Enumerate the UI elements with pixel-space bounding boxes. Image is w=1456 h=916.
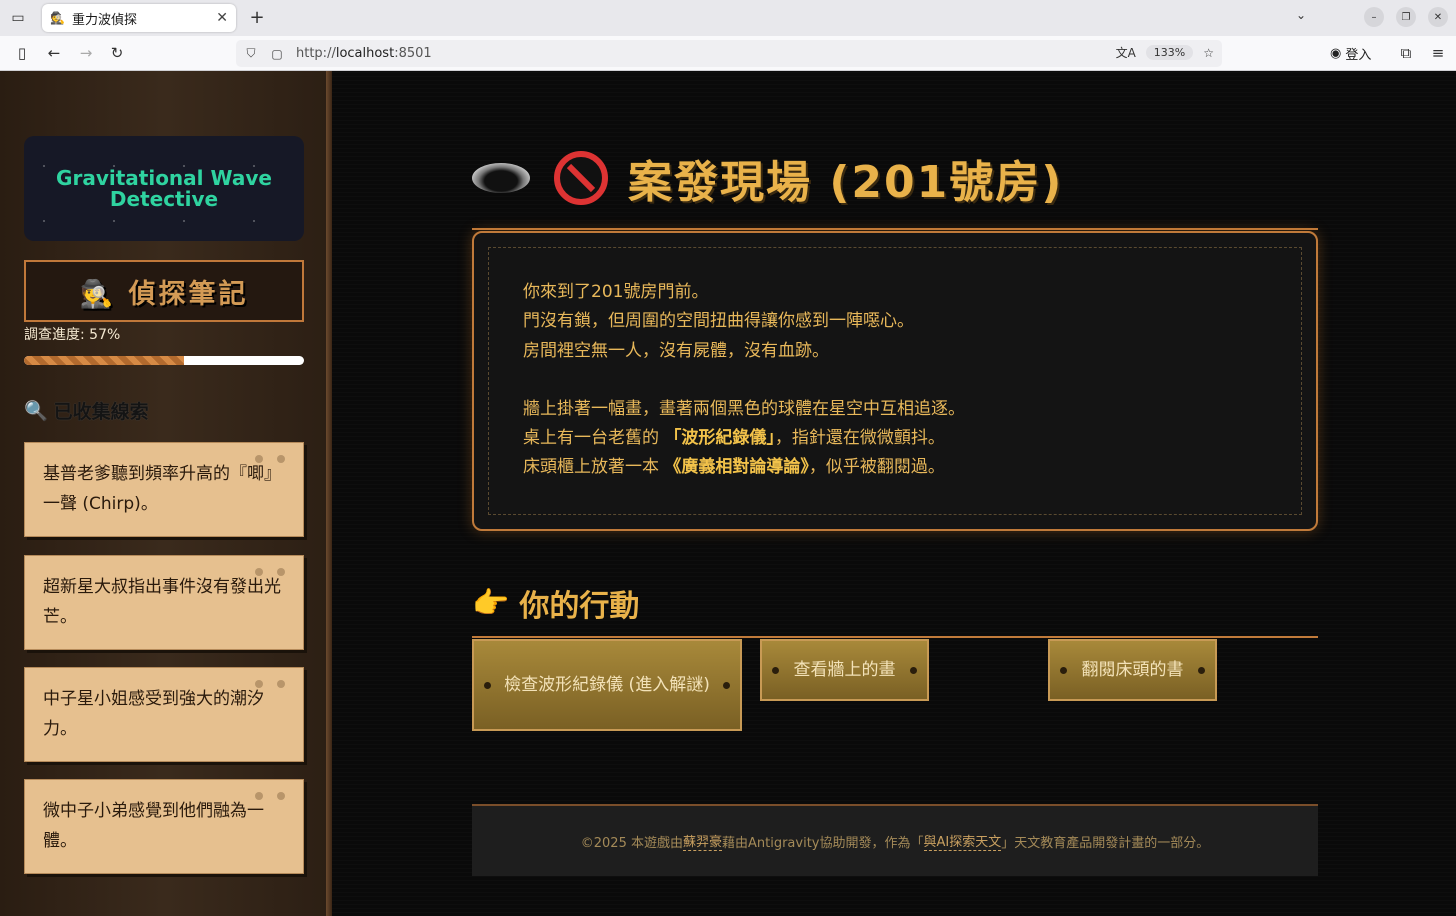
back-icon[interactable]: ← <box>44 43 64 63</box>
restore-icon[interactable]: ❐ <box>1396 7 1416 27</box>
scene-text: 你來到了201號房門前。 門沒有鎖，但周圍的空間扭曲得讓你感到一陣噁心。 房間裡… <box>488 247 1302 515</box>
scene-line: 門沒有鎖，但周圍的空間扭曲得讓你感到一陣噁心。 <box>523 311 914 332</box>
action-label: 查看牆上的畫 <box>793 660 896 680</box>
url-prefix: http:// <box>296 46 336 61</box>
inspect-waveform-recorder-button[interactable]: 檢查波形紀錄儀 (進入解謎) <box>472 639 742 731</box>
url-port: :8501 <box>394 46 432 61</box>
action-label: 翻閱床頭的書 <box>1081 660 1184 680</box>
extensions-icon[interactable]: ⧉ <box>1396 43 1416 63</box>
progress-fill <box>24 356 184 365</box>
minimize-icon[interactable]: – <box>1364 7 1384 27</box>
login-label: 登入 <box>1345 47 1372 63</box>
progress-label: 調查進度: 57% <box>24 327 121 343</box>
login-button[interactable]: ◉ 登入 <box>1330 42 1371 64</box>
close-window-icon[interactable]: ✕ <box>1428 7 1448 27</box>
scene-header: 案發現場 (201號房) <box>472 143 1063 213</box>
scene-description-box: 你來到了201號房門前。 門沒有鎖，但周圍的空間扭曲得讓你感到一陣噁心。 房間裡… <box>472 231 1318 531</box>
scene-text-fragment: ，似乎被翻閱過。 <box>808 457 945 478</box>
tab-title: 重力波偵探 <box>72 12 138 28</box>
sidebar-toggle-icon[interactable]: ▯ <box>12 43 32 63</box>
pointing-hand-icon: 👉 <box>472 585 510 621</box>
book-title-highlight: 《廣義相對論導論》 <box>664 457 809 478</box>
browser-tab-bar: ▭ 🕵 重力波偵探 ✕ + ⌄ – ❐ ✕ <box>0 0 1456 36</box>
main-content: 案發現場 (201號房) 你來到了201號房門前。 門沒有鎖，但周圍的空間扭曲得… <box>332 71 1456 916</box>
clue-text: 超新星大叔指出事件沒有發出光芒。 <box>43 577 281 627</box>
footer-text: 」天文教育產品開發計畫的一部分。 <box>1001 835 1210 851</box>
clue-text: 微中子小弟感覺到他們融為一體。 <box>43 801 264 851</box>
action-label: 檢查波形紀錄儀 (進入解謎) <box>504 675 710 695</box>
bookmark-star-icon[interactable]: ☆ <box>1203 46 1214 60</box>
account-icon: ◉ <box>1330 45 1342 61</box>
clue-card: 超新星大叔指出事件沒有發出光芒。 <box>24 555 304 650</box>
waveform-recorder-highlight: 「波形紀錄儀」 <box>664 428 775 449</box>
page-footer: ©2025 本遊戲由 蘇羿豪 藉由Antigravity協助開發，作為「 與AI探索天… <box>472 804 1318 876</box>
read-bedside-book-button[interactable]: 翻閱床頭的書 <box>1048 639 1217 701</box>
banner-title: Gravitational Wave Detective <box>56 165 272 211</box>
progress-bar <box>24 356 304 365</box>
rivet-icon <box>484 682 491 689</box>
actions-divider <box>472 636 1318 638</box>
clue-card: 基普老爹聽到頻率升高的『唧』一聲 (Chirp)。 <box>24 442 304 537</box>
clues-title-label: 已收集線索 <box>53 401 149 423</box>
scene-line: 床頭櫃上放著一本 《廣義相對論導論》，似乎被翻閱過。 <box>523 453 1267 482</box>
scene-line: 你來到了201號房門前。 <box>523 282 709 302</box>
sidebar: Gravitational Wave Detective 🕵️ 偵探筆記 調查進… <box>0 71 328 916</box>
scene-line: 房間裡空無一人，沒有屍體，沒有血跡。 <box>523 340 829 361</box>
actions-heading-label: 你的行動 <box>519 589 640 624</box>
zoom-level[interactable]: 133% <box>1145 45 1194 60</box>
view-wall-painting-button[interactable]: 查看牆上的畫 <box>760 639 929 701</box>
rivet-icon <box>1060 667 1067 674</box>
clue-card: 微中子小弟感覺到他們融為一體。 <box>24 779 304 874</box>
rivet-icon <box>723 682 730 689</box>
menu-icon[interactable]: ≡ <box>1428 43 1448 63</box>
reload-icon[interactable]: ↻ <box>107 43 127 63</box>
clue-card: 中子星小姐感受到強大的潮汐力。 <box>24 667 304 762</box>
clue-dots <box>255 455 285 463</box>
collected-clues-title: 🔍 已收集線索 <box>24 397 149 424</box>
game-banner: Gravitational Wave Detective <box>24 136 304 241</box>
scene-text-fragment: ，指針還在微微顫抖。 <box>774 428 945 449</box>
clue-dots <box>255 792 285 800</box>
url-host: localhost <box>335 46 395 61</box>
rivet-icon <box>910 667 917 674</box>
url-text[interactable]: http://localhost:8501 <box>296 46 432 61</box>
clue-text: 中子星小姐感受到強大的潮汐力。 <box>43 689 264 739</box>
no-entry-icon <box>554 151 608 205</box>
close-tab-icon[interactable]: ✕ <box>216 10 228 26</box>
url-bar[interactable]: ⛉ ▢ http://localhost:8501 文A 133% ☆ <box>236 40 1222 67</box>
browser-nav-bar: ▯ ← → ↻ ⛉ ▢ http://localhost:8501 文A 133… <box>0 36 1456 71</box>
translate-icon[interactable]: 文A <box>1116 44 1136 61</box>
tab-list-icon[interactable]: ▭ <box>6 6 30 30</box>
browser-tab[interactable]: 🕵 重力波偵探 ✕ <box>42 4 236 32</box>
forward-icon[interactable]: → <box>76 43 96 63</box>
page-icon: ▢ <box>271 46 283 61</box>
project-link[interactable]: 與AI探索天文 <box>923 831 1002 851</box>
footer-text: 藉由Antigravity協助開發，作為「 <box>721 835 924 851</box>
magnifier-icon: 🔍 <box>24 400 48 422</box>
detective-favicon-icon: 🕵 <box>50 11 65 25</box>
page-title: 案發現場 (201號房) <box>628 157 1064 208</box>
shield-icon[interactable]: ⛉ <box>240 46 262 61</box>
rivet-icon <box>772 667 779 674</box>
footer-text: ©2025 本遊戲由 <box>580 835 683 851</box>
clue-dots <box>255 680 285 688</box>
scene-text-fragment: 桌上有一台老舊的 <box>523 428 659 449</box>
clue-dots <box>255 568 285 576</box>
rivet-icon <box>1198 667 1205 674</box>
scene-line: 牆上掛著一幅畫，畫著兩個黑色的球體在星空中互相追逐。 <box>523 398 965 419</box>
actions-heading: 👉 你的行動 <box>472 581 639 625</box>
author-link[interactable]: 蘇羿豪 <box>682 831 722 851</box>
scene-line: 桌上有一台老舊的 「波形紀錄儀」，指針還在微微顫抖。 <box>523 424 1267 453</box>
new-tab-icon[interactable]: + <box>246 6 268 28</box>
scene-text-fragment: 床頭櫃上放著一本 <box>523 457 659 478</box>
tab-overflow-chevron-icon[interactable]: ⌄ <box>1296 8 1306 22</box>
clue-text: 基普老爹聽到頻率升高的『唧』一聲 (Chirp)。 <box>43 464 281 514</box>
header-divider <box>472 228 1318 230</box>
detective-notebook-header: 🕵️ 偵探筆記 <box>24 260 304 322</box>
black-hole-icon <box>472 163 530 193</box>
